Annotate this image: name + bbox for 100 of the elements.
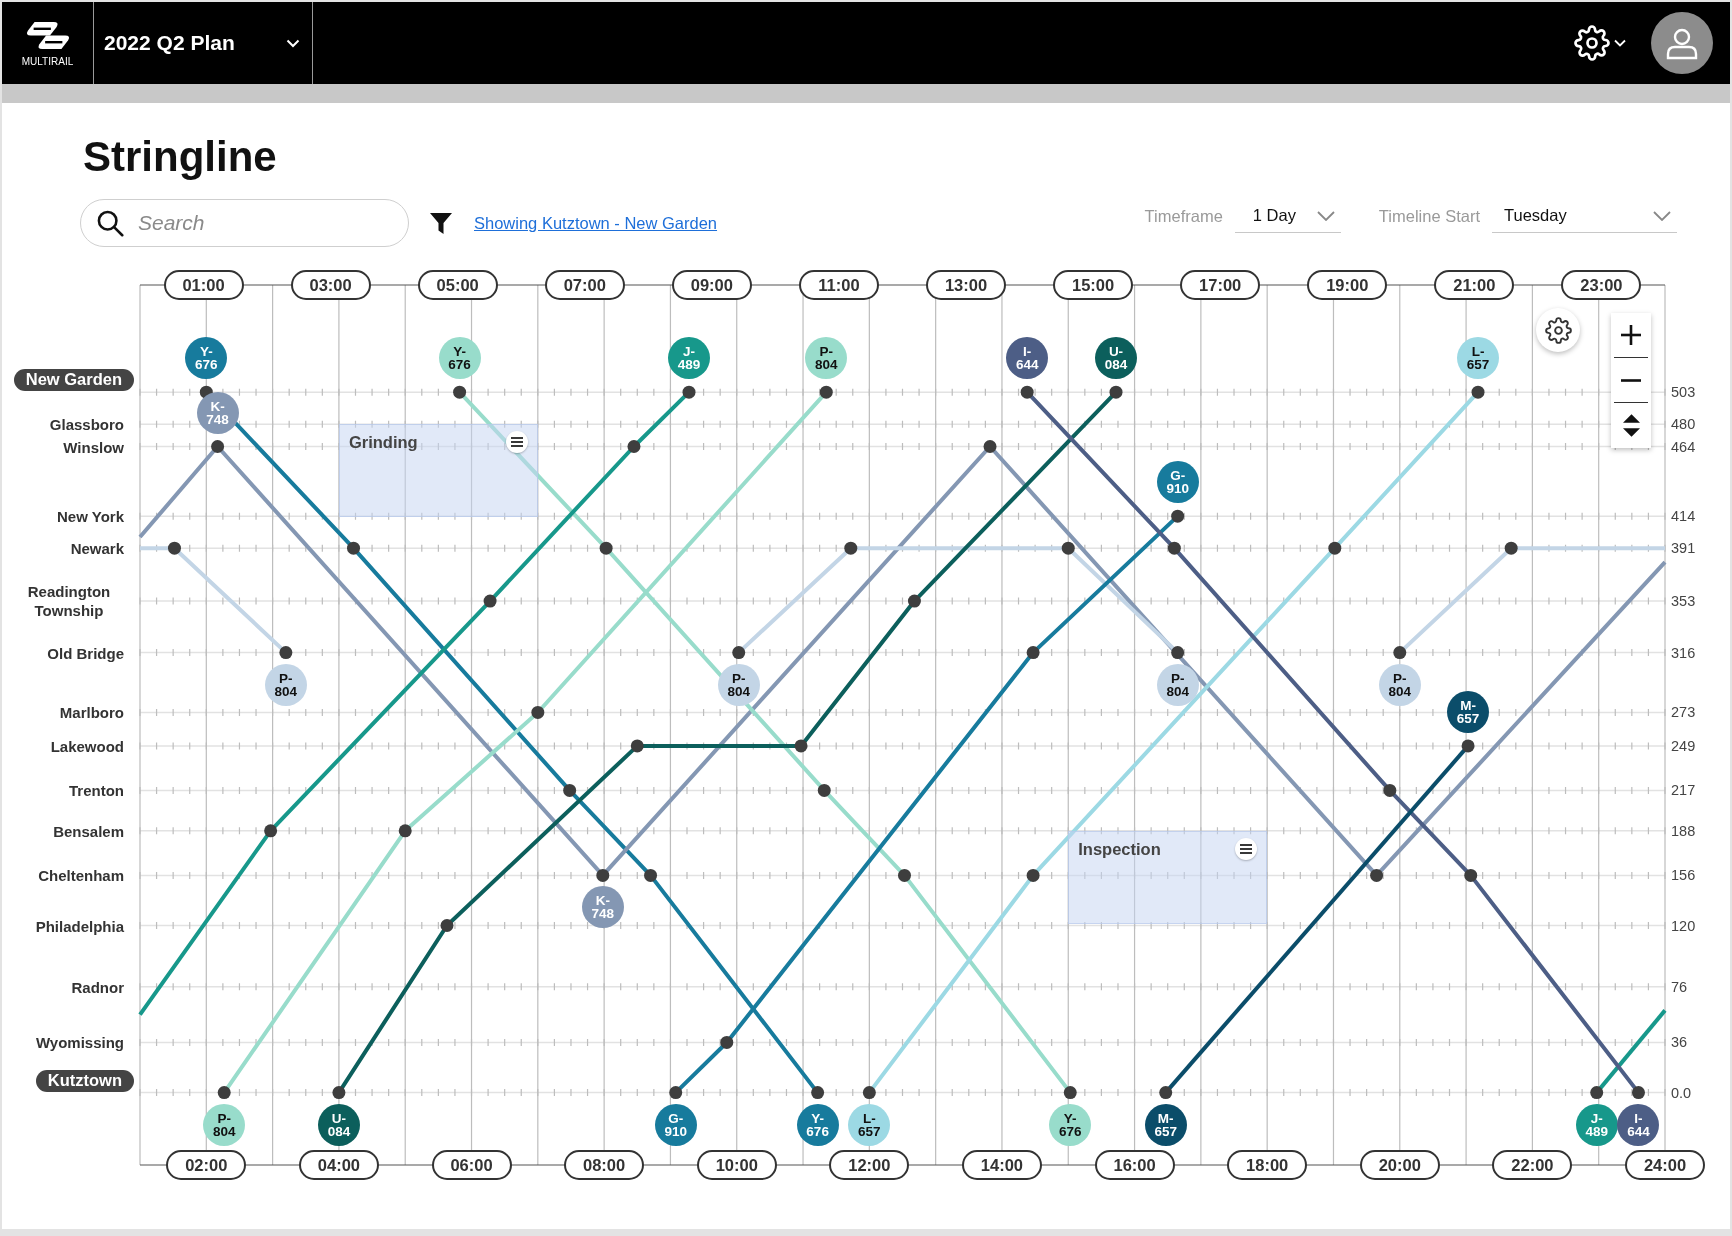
train-tag[interactable]: I- 644: [1617, 1103, 1660, 1146]
stop-marker: [599, 541, 613, 555]
station-label: Cheltenham: [38, 865, 124, 885]
stop-marker: [1464, 868, 1478, 882]
work-block[interactable]: Inspection: [1068, 830, 1268, 924]
settings-button[interactable]: [1574, 23, 1626, 63]
train-tag[interactable]: G- 910: [1156, 461, 1199, 504]
chevron-down-icon: [286, 38, 300, 48]
time-label: 07:00: [544, 270, 625, 300]
milepost-label: 188: [1671, 822, 1696, 839]
stop-marker: [862, 1086, 876, 1100]
milepost-label: 0.0: [1671, 1084, 1692, 1101]
milepost-label: 480: [1671, 416, 1696, 433]
train-tag[interactable]: U- 084: [317, 1103, 360, 1146]
station-label: New York: [57, 506, 124, 526]
chevron-down-icon: [1653, 210, 1671, 221]
terminal-station-label: Kutztown: [35, 1069, 134, 1092]
block-title: Grinding: [348, 433, 418, 453]
stop-marker: [907, 594, 921, 608]
station-label: Marlboro: [59, 702, 124, 722]
time-label: 11:00: [798, 270, 879, 300]
timeframe-label: Timeframe: [1144, 206, 1223, 227]
stop-marker: [1328, 541, 1342, 555]
stop-marker: [1026, 646, 1040, 660]
train-tag[interactable]: P- 804: [1156, 663, 1199, 706]
stop-marker: [1171, 509, 1185, 523]
train-tag[interactable]: P- 804: [203, 1103, 246, 1146]
train-tag[interactable]: P- 804: [805, 337, 848, 380]
search-icon: [96, 209, 124, 237]
minus-icon: [1621, 378, 1641, 382]
stop-marker: [644, 868, 658, 882]
train-tag[interactable]: L- 657: [848, 1103, 891, 1146]
stop-marker: [794, 739, 808, 753]
milepost-label: 391: [1671, 540, 1696, 557]
stop-marker: [1159, 1086, 1173, 1100]
time-label: 03:00: [290, 270, 371, 300]
timeframe-select[interactable]: 1 Day: [1234, 199, 1341, 233]
station-label: Trenton: [69, 780, 124, 800]
train-tag[interactable]: J- 489: [1575, 1103, 1618, 1146]
chart-settings-button[interactable]: [1536, 308, 1580, 352]
filter-icon[interactable]: [429, 211, 453, 235]
stop-marker: [732, 646, 746, 660]
train-tag[interactable]: I- 644: [1006, 337, 1049, 380]
stop-marker: [1370, 868, 1384, 882]
time-label: 18:00: [1227, 1150, 1308, 1180]
stop-marker: [563, 783, 577, 797]
train-tag[interactable]: P- 804: [264, 663, 307, 706]
zoom-in-button[interactable]: [1614, 313, 1648, 358]
work-block[interactable]: Grinding: [338, 424, 538, 518]
train-tag[interactable]: P- 804: [1378, 663, 1421, 706]
time-label: 02:00: [166, 1150, 247, 1180]
train-tag[interactable]: M- 657: [1144, 1103, 1187, 1146]
time-label: 22:00: [1492, 1150, 1573, 1180]
train-tag[interactable]: G- 910: [654, 1103, 697, 1146]
milepost-label: 76: [1671, 978, 1688, 995]
filter-link[interactable]: Showing Kutztown - New Garden: [474, 213, 718, 233]
train-tag[interactable]: M- 657: [1447, 690, 1490, 733]
menu-icon: [1240, 843, 1253, 854]
station-label: Winslow: [63, 437, 124, 456]
page-title: Stringline: [83, 132, 277, 181]
stop-marker: [1393, 646, 1407, 660]
train-tag[interactable]: Y- 676: [438, 337, 481, 380]
stop-marker: [1020, 385, 1034, 399]
stop-marker: [168, 541, 181, 555]
plan-selector[interactable]: 2022 Q2 Plan: [104, 23, 300, 63]
stop-marker: [1026, 868, 1040, 882]
time-label: 24:00: [1625, 1150, 1705, 1180]
stop-marker: [1171, 646, 1185, 660]
stop-marker: [1167, 541, 1181, 555]
train-tag[interactable]: Y- 676: [796, 1103, 839, 1146]
time-label: 06:00: [431, 1150, 512, 1180]
train-tag[interactable]: Y- 676: [1049, 1103, 1092, 1146]
stop-marker: [531, 705, 545, 719]
time-label: 08:00: [564, 1150, 645, 1180]
milepost-label: 273: [1671, 704, 1696, 721]
stop-marker: [217, 1086, 231, 1100]
milepost-label: 217: [1671, 782, 1696, 799]
time-label: 10:00: [696, 1150, 777, 1180]
train-tag[interactable]: L- 657: [1457, 337, 1499, 380]
station-label: Bensalem: [53, 821, 124, 841]
stop-marker: [817, 783, 831, 797]
logo-icon: [24, 19, 71, 51]
train-tag[interactable]: U- 084: [1095, 337, 1137, 380]
up-down-arrows-icon: [1622, 414, 1640, 437]
block-menu-button[interactable]: [505, 431, 528, 454]
stop-marker: [483, 594, 497, 608]
train-tag[interactable]: P- 804: [717, 663, 760, 706]
timeline-start-select[interactable]: Tuesday: [1492, 199, 1677, 233]
station-label: Philadelphia: [35, 916, 124, 935]
stop-marker: [596, 868, 610, 882]
block-menu-button[interactable]: [1235, 837, 1258, 860]
plus-icon: [1621, 325, 1641, 345]
time-label: 12:00: [829, 1150, 910, 1180]
search-field[interactable]: Search: [80, 199, 409, 247]
train-tag[interactable]: Y- 676: [185, 337, 228, 380]
chevron-down-icon: [1316, 210, 1335, 221]
station-label: Glassboro: [49, 414, 124, 434]
menu-icon: [510, 437, 523, 448]
train-tag[interactable]: J- 489: [668, 337, 710, 380]
stop-marker: [627, 440, 641, 453]
